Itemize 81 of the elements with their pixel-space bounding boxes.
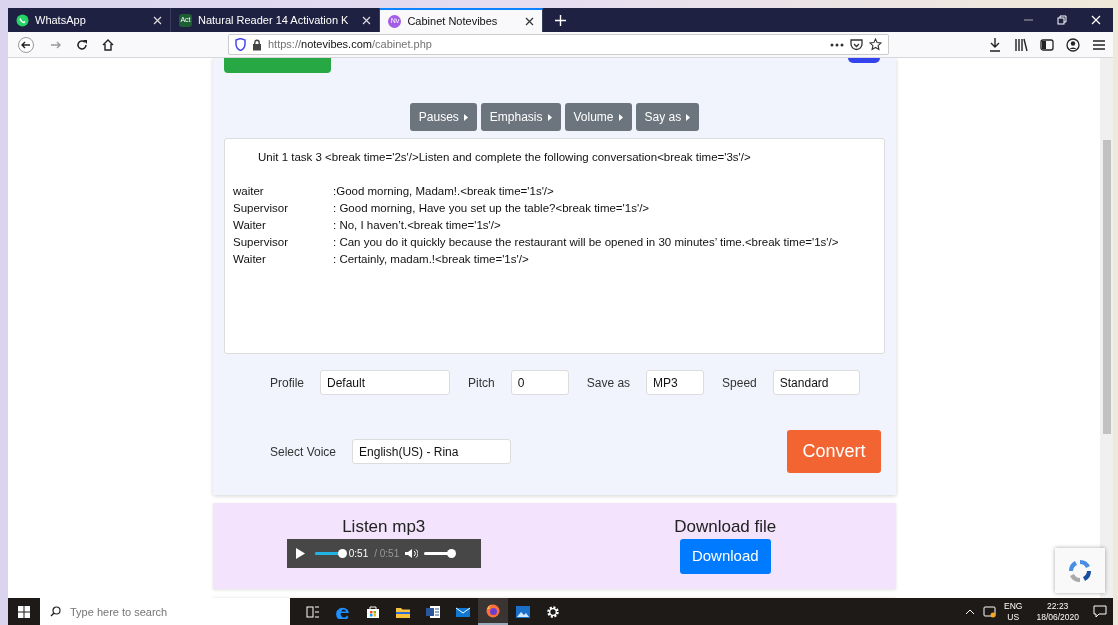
star-icon[interactable] [869, 38, 882, 51]
caret-icon [618, 113, 623, 121]
library-icon[interactable] [1014, 36, 1028, 53]
photo-icon[interactable] [516, 604, 530, 619]
field-label: Save as [586, 374, 631, 392]
field-label: Profile [270, 374, 304, 392]
caret-icon [463, 113, 468, 121]
tab-title: Cabinet Notevibes [407, 13, 499, 29]
region-code: US [1007, 611, 1020, 623]
editor-text-line: Unit 1 task 3 <break time='2s'/>Listen and complete the following conversation<break time='3s'/> [257, 150, 752, 165]
search-field[interactable]: Type here to search [40, 598, 290, 625]
input-field[interactable]: MP3 [646, 370, 705, 395]
input-field[interactable]: Standard [772, 370, 860, 395]
tab-title: WhatsApp [35, 12, 87, 28]
markup-button[interactable]: Say as [635, 103, 700, 131]
section-title: Download file [674, 517, 777, 537]
new-tab-icon[interactable] [554, 14, 566, 26]
scrollbar[interactable] [1100, 58, 1113, 598]
tab-title: Natural Reader 14 Activation K [198, 12, 350, 28]
back-icon[interactable] [15, 36, 37, 53]
slider-thumb[interactable] [337, 549, 347, 558]
notification-icon[interactable] [1093, 605, 1107, 618]
clock-time: 22:23 [1047, 600, 1069, 612]
input-field[interactable]: 0 [510, 370, 569, 395]
volume-icon[interactable] [405, 548, 419, 559]
slider-thumb[interactable] [447, 549, 457, 558]
speaker-name: Waiter [233, 252, 267, 268]
voice-select[interactable]: English(US) - Rina [352, 439, 512, 464]
more-icon[interactable] [830, 42, 844, 47]
pocket-icon[interactable] [850, 38, 863, 51]
search-icon [50, 606, 61, 617]
section-title: Listen mp3 [342, 517, 426, 537]
caret-icon [547, 113, 552, 121]
audio-player[interactable]: 0:51 / 0:51 [286, 539, 481, 568]
clock-date: 18/06/2020 [1036, 611, 1079, 623]
speaker-name: Supervisor [233, 235, 289, 251]
sidebar-icon[interactable] [1040, 36, 1054, 53]
chevron-up-icon[interactable] [965, 608, 976, 615]
markup-button[interactable]: Pauses [409, 103, 477, 131]
markup-button[interactable]: Volume [564, 103, 632, 131]
speaker-name: waiter [233, 184, 265, 200]
current-time: 0:51 [348, 547, 369, 561]
download-icon[interactable] [988, 36, 1002, 53]
tray-app-icon[interactable] [983, 605, 997, 618]
input-field[interactable]: Default [320, 370, 450, 395]
address-bar[interactable]: https://notevibes.com/cabinet.php [228, 34, 889, 55]
url-text: https://notevibes.com/cabinet.php [268, 37, 433, 53]
dialogue-text: : Good morning, Have you set up the table?<break time='1s'/> [333, 201, 650, 217]
caret-icon [686, 113, 691, 121]
settings-icon[interactable] [546, 604, 560, 619]
close-icon[interactable] [525, 16, 535, 26]
shield-icon [235, 38, 246, 51]
total-time: / 0:51 [374, 547, 400, 561]
browser-icon[interactable] [486, 603, 500, 618]
field-label: Pitch [468, 374, 495, 392]
dialogue-text: : No, I haven’t.<break time='1s'/> [333, 218, 501, 234]
account-icon[interactable] [1066, 36, 1080, 53]
restore-icon[interactable] [1057, 15, 1067, 25]
text-editor[interactable] [224, 138, 885, 354]
language-code: ENG [1004, 600, 1023, 612]
scroll-thumb[interactable] [1103, 140, 1111, 434]
download-button[interactable]: Download [679, 539, 771, 574]
field-label: Speed [722, 374, 757, 392]
chat-icon [16, 13, 29, 27]
play-icon[interactable] [294, 548, 305, 559]
field-label: Select Voice [270, 443, 337, 461]
recaptcha-badge[interactable] [1055, 548, 1105, 593]
windows-icon[interactable] [18, 605, 30, 618]
document-icon[interactable] [426, 604, 440, 619]
dialogue-text: : Can you do it quickly because the restaurant will be opened in 30 minutes’ time.<break time='1s'/> [333, 235, 839, 251]
speaker-name: Waiter [233, 218, 267, 234]
speaker-name: Supervisor [233, 201, 289, 217]
bag-icon[interactable] [366, 604, 380, 619]
clock[interactable]: 22:23 18/06/2020 [1036, 600, 1079, 623]
lock-icon [252, 38, 262, 51]
language-indicator[interactable]: ENG US [1004, 600, 1023, 623]
task-view-icon[interactable] [306, 604, 320, 619]
dialogue-text: :Good morning, Madam!.<break time='1s'/> [333, 184, 554, 200]
dialogue-text: : Certainly, madam.!<break time='1s'/> [333, 252, 529, 268]
markup-button[interactable]: Emphasis [480, 103, 561, 131]
partial-button[interactable] [848, 58, 880, 63]
